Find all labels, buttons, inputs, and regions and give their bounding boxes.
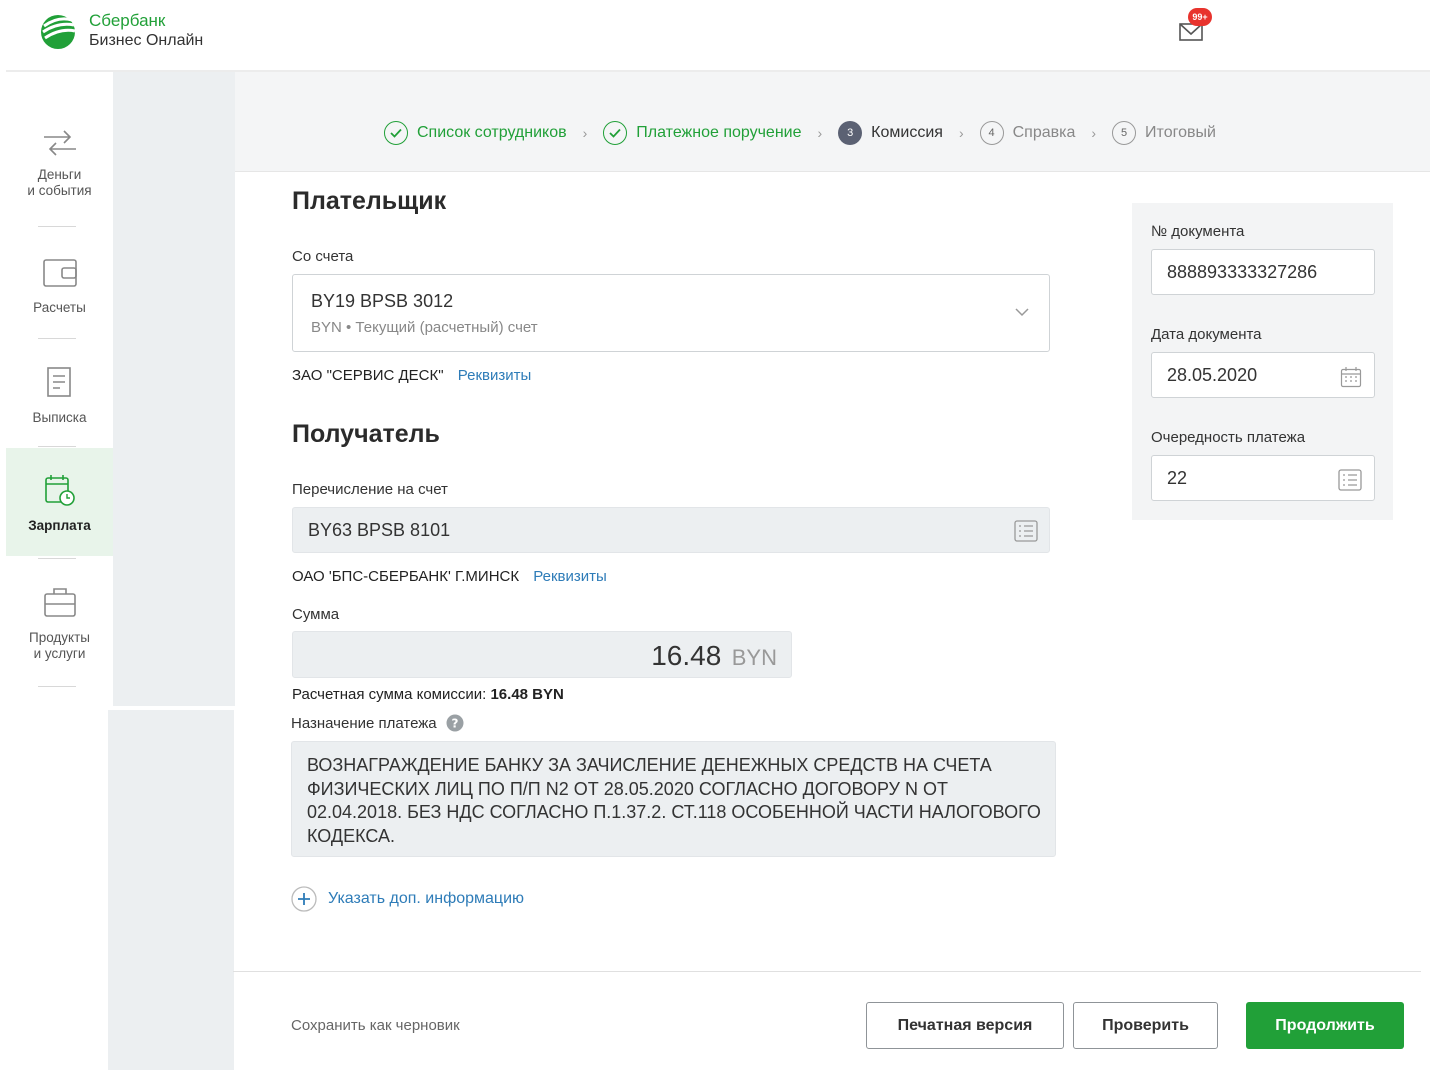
payer-company: ЗАО "СЕРВИС ДЕСК" <box>292 367 444 384</box>
add-info-label: Указать доп. информацию <box>328 890 525 907</box>
calendar-icon[interactable] <box>1340 366 1362 388</box>
check-icon <box>603 121 628 145</box>
account-to-number: BY63 BPSB 8101 <box>308 520 451 540</box>
doc-number-input[interactable]: 888893333327286 <box>1151 249 1375 295</box>
step-label: Платежное поручение <box>636 124 802 141</box>
list-icon[interactable] <box>1014 520 1038 542</box>
sberbank-logo-icon[interactable] <box>38 12 78 50</box>
payer-title: Плательщик <box>292 187 447 215</box>
calendar-clock-icon <box>44 475 75 506</box>
recipient-title: Получатель <box>292 420 440 448</box>
check-button[interactable]: Проверить <box>1073 1002 1218 1049</box>
notification-badge: 99+ <box>1188 8 1212 26</box>
step-number: 3 <box>838 121 863 145</box>
chevron-right-icon: › <box>958 125 964 141</box>
sidebar-divider <box>38 446 76 447</box>
sidebar-item-label: Продукты <box>29 630 90 645</box>
sidebar-panel <box>113 72 235 706</box>
doc-number-value: 888893333327286 <box>1167 262 1318 282</box>
document-icon <box>46 367 71 397</box>
sidebar-item-label: Деньги <box>37 167 82 182</box>
svg-text:?: ? <box>451 717 458 731</box>
sidebar-item-money[interactable]: Деньги и события <box>6 125 113 199</box>
commission-value: 16.48 BYN <box>490 686 564 703</box>
sidebar-item-label: Зарплата <box>28 518 91 533</box>
chevron-down-icon <box>1015 308 1029 317</box>
continue-button[interactable]: Продолжить <box>1246 1002 1404 1049</box>
amount-currency: BYN <box>731 645 777 670</box>
briefcase-icon <box>43 588 76 617</box>
amount-label: Сумма <box>292 606 340 623</box>
purpose-text: ВОЗНАГРАЖДЕНИЕ БАНКУ ЗА ЗАЧИСЛЕНИЕ ДЕНЕЖ… <box>307 755 1041 846</box>
step-payment-order[interactable]: Платежное поручение <box>603 121 802 145</box>
priority-input[interactable]: 22 <box>1151 455 1375 501</box>
priority-value: 22 <box>1167 468 1188 488</box>
doc-date-input[interactable]: 28.05.2020 <box>1151 352 1375 398</box>
account-to-label: Перечисление на счет <box>292 481 448 498</box>
account-from-label: Со счета <box>292 248 354 265</box>
recipient-bank: ОАО 'БПС-СБЕРБАНК' Г.МИНСК <box>292 568 520 585</box>
chevron-right-icon: › <box>1091 125 1097 141</box>
list-icon[interactable] <box>1338 469 1362 491</box>
step-label: Итоговый <box>1145 124 1216 141</box>
account-from-select[interactable] <box>292 274 1050 352</box>
print-version-button[interactable]: Печатная версия <box>866 1002 1064 1049</box>
sidebar-divider <box>38 226 76 227</box>
step-summary[interactable]: 5 Итоговый <box>1112 121 1216 145</box>
step-label: Справка <box>1012 124 1076 141</box>
check-icon <box>384 121 408 145</box>
sidebar-divider <box>38 686 76 687</box>
doc-number-label: № документа <box>1151 223 1245 240</box>
sidebar-divider <box>38 338 76 339</box>
step-label: Список сотрудников <box>417 124 567 141</box>
chevron-right-icon: › <box>582 125 588 141</box>
sidebar-divider <box>38 558 76 559</box>
chevron-right-icon: › <box>817 125 823 141</box>
payer-details-link[interactable]: Реквизиты <box>458 367 532 384</box>
save-draft-link[interactable]: Сохранить как черновик <box>291 1017 460 1034</box>
amount-value: 16.48 <box>651 640 722 671</box>
step-commission[interactable]: 3 Комиссия <box>838 121 943 145</box>
sidebar-item-products[interactable]: Продукты и услуги <box>6 584 113 662</box>
step-certificate[interactable]: 4 Справка <box>979 121 1076 145</box>
step-label: Комиссия <box>871 124 943 141</box>
brand-subtitle: Бизнес Онлайн <box>89 32 204 49</box>
purpose-textarea[interactable]: ВОЗНАГРАЖДЕНИЕ БАНКУ ЗА ЗАЧИСЛЕНИЕ ДЕНЕЖ… <box>291 741 1056 857</box>
sidebar-item-label-2: и события <box>27 183 92 198</box>
sidebar-item-payments[interactable]: Расчеты <box>6 254 113 316</box>
sidebar-item-statement[interactable]: Выписка <box>6 364 113 426</box>
account-from-type: BYN • Текущий (расчетный) счет <box>311 319 538 336</box>
sidebar-item-label: Выписка <box>32 410 87 425</box>
arrows-exchange-icon <box>43 130 76 156</box>
brand-name: Сбербанк <box>89 11 166 30</box>
amount-field[interactable]: 16.48 BYN <box>292 631 792 678</box>
doc-date-label: Дата документа <box>1151 326 1262 343</box>
step-number: 4 <box>979 121 1004 145</box>
priority-label: Очередность платежа <box>1151 429 1306 446</box>
doc-date-value: 28.05.2020 <box>1167 365 1258 385</box>
stepper-divider <box>235 171 1430 172</box>
recipient-details-link[interactable]: Реквизиты <box>533 568 607 585</box>
footer-divider <box>233 971 1421 972</box>
wallet-icon <box>42 259 77 287</box>
account-from-number: BY19 BPSB 3012 <box>311 291 454 311</box>
account-to-field[interactable]: BY63 BPSB 8101 <box>292 507 1050 553</box>
commission-label: Расчетная сумма комиссии: <box>292 686 487 703</box>
help-icon[interactable]: ? <box>446 714 464 732</box>
plus-circle-icon <box>291 886 317 912</box>
step-number: 5 <box>1112 121 1137 145</box>
sidebar-item-label-2: и услуги <box>33 646 86 661</box>
sidebar-item-salary[interactable]: Зарплата <box>6 472 113 534</box>
stepper: Список сотрудников › Платежное поручение… <box>384 118 1216 148</box>
sidebar-panel-lower <box>108 710 234 1070</box>
add-info-link[interactable]: Указать доп. информацию <box>291 886 524 912</box>
purpose-label: Назначение платежа <box>291 714 437 732</box>
step-employees-list[interactable]: Список сотрудников <box>384 121 567 145</box>
sidebar-item-label: Расчеты <box>33 300 86 315</box>
